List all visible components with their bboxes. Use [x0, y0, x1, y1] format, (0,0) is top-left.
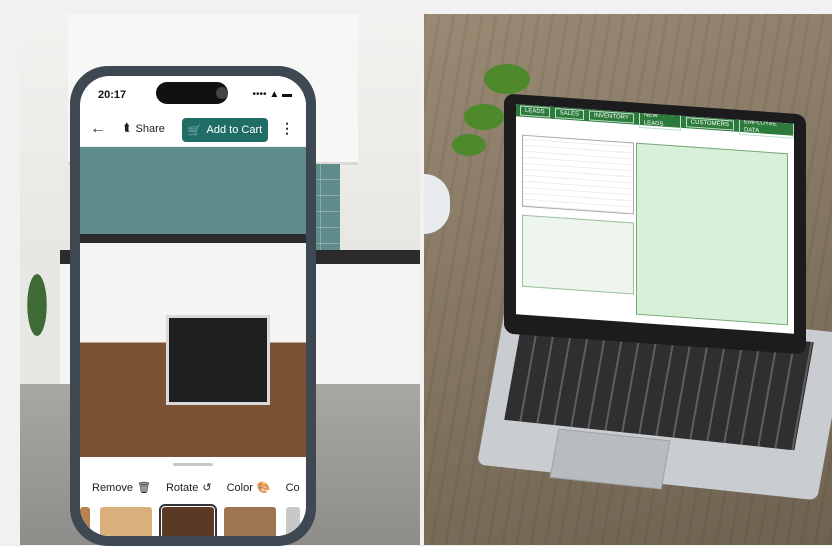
floor-swatch-1[interactable]	[80, 507, 90, 536]
laptop-photo-panel: LEADS SALES INVENTORY NEW LEADS CUSTOMER…	[424, 14, 832, 545]
rotate-label: Rotate	[165, 481, 199, 494]
color-button[interactable]: Color 🎨	[226, 481, 271, 495]
trash-icon: 🗑	[136, 482, 151, 494]
tab-inventory[interactable]: INVENTORY	[589, 110, 634, 124]
palette-icon: 🎨	[256, 482, 271, 494]
floor-swatch-3-selected[interactable]	[159, 504, 217, 536]
cart-icon: 🛒	[187, 124, 202, 137]
color-label: Color	[226, 481, 253, 494]
ar-camera-view	[80, 147, 306, 457]
plant-leaf	[484, 64, 530, 94]
remove-button[interactable]: Remove 🗑	[92, 481, 151, 495]
tab-sales[interactable]: SALES	[554, 107, 585, 121]
details-panel	[636, 142, 788, 326]
status-bar: 20:17 •••• ▲ ▬	[80, 76, 306, 112]
floor-swatches	[80, 504, 300, 536]
plant-leaf	[452, 134, 486, 156]
tab-customers[interactable]: CUSTOMERS	[685, 117, 735, 131]
records-grid[interactable]	[522, 134, 634, 215]
signal-wifi-battery-icons: •••• ▲ ▬	[252, 89, 292, 100]
plant	[20, 269, 54, 359]
entry-form[interactable]	[522, 214, 634, 295]
back-arrow-icon[interactable]: ←	[90, 120, 106, 138]
app-toolbar: ← ⮬ Share 🛒 Add to Cart ⋮	[80, 114, 306, 147]
bottom-sheet: Remove 🗑 Rotate ↺ Color 🎨 Co	[80, 457, 306, 536]
add-to-cart-label: Add to Cart	[206, 124, 263, 136]
phone-screen: 20:17 •••• ▲ ▬ ← ⮬ Share 🛒 Add to Cart ⋮…	[80, 76, 306, 536]
share-icon: ⮬	[124, 122, 131, 134]
share-button[interactable]: ⮬ Share	[124, 122, 165, 135]
floor-swatch-5[interactable]	[286, 507, 300, 536]
partial-action-button[interactable]: Co	[286, 481, 300, 494]
sheet-drag-handle[interactable]	[173, 463, 213, 466]
tab-leads[interactable]: LEADS	[520, 105, 550, 118]
rotate-button[interactable]: Rotate ↺	[165, 481, 212, 495]
status-time: 20:17	[98, 89, 127, 101]
add-to-cart-button[interactable]: 🛒 Add to Cart	[182, 118, 268, 142]
plant-leaf	[464, 104, 504, 130]
floor-swatch-2[interactable]	[100, 507, 152, 536]
camera-icon	[216, 87, 228, 99]
floor-actions: Remove 🗑 Rotate ↺ Color 🎨 Co	[92, 481, 300, 495]
floor-swatch-4[interactable]	[224, 507, 276, 536]
ar-oven	[166, 315, 270, 405]
remove-label: Remove	[92, 481, 133, 494]
laptop-screen: LEADS SALES INVENTORY NEW LEADS CUSTOMER…	[516, 104, 794, 334]
more-options-icon[interactable]: ⋮	[280, 120, 294, 137]
rotate-icon: ↺	[202, 482, 212, 494]
share-label: Share	[135, 122, 165, 135]
partial-action-label: Co	[285, 481, 300, 494]
